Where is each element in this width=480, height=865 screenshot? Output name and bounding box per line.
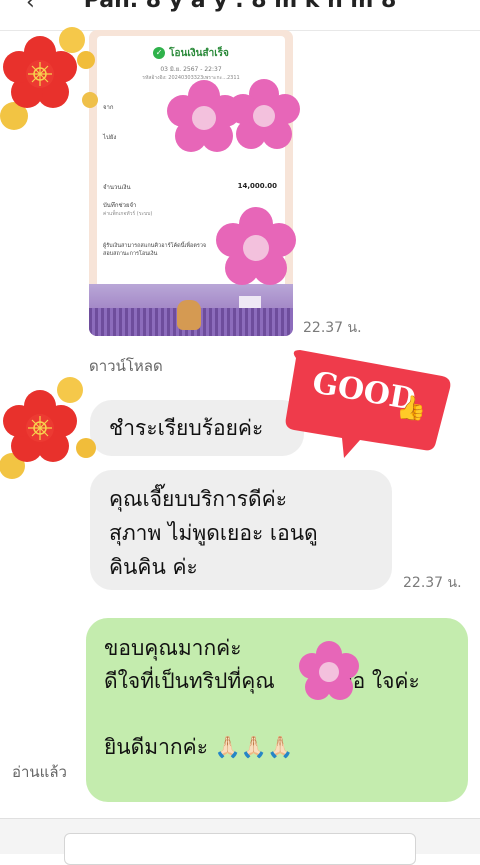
message-time: 22.37 น. [303, 320, 362, 336]
plum-blossom-sticker-icon [0, 27, 98, 130]
message-text-line: ขอบคุณมากค่ะ [104, 636, 242, 660]
message-text-part: ดีใจที่เป็นทริปที่คุณ [104, 669, 275, 693]
incoming-message-bubble[interactable]: คุณเจี๊ยบบริการดีค่ะ สุภาพ ไม่พูดเยอะ เอ… [90, 470, 392, 590]
outgoing-message-bubble[interactable]: ขอบคุณมากค่ะ ดีใจที่เป็นทริปที่คุณ พอ ใจค… [86, 618, 468, 802]
message-input[interactable] [64, 833, 416, 865]
slip-footer-text: ผู้รับเงินสามารถสแกนคิวอาร์โค้ดนี้เพื่อต… [103, 243, 207, 257]
message-text-line: ยินดีมากค่ะ 🙏🏻🙏🏻🙏🏻 [104, 735, 294, 759]
slip-amount-label: จำนวนเงิน [103, 184, 131, 191]
message-input-bar [0, 818, 480, 865]
message-text: ชำระเรียบร้อยค่ะ [109, 416, 264, 440]
flower-icon [167, 79, 300, 152]
slip-status-text: โอนเงินสำเร็จ [169, 48, 229, 59]
read-receipt: อ่านแล้ว [12, 763, 67, 781]
good-sticker: GOOD 👍 [282, 346, 454, 458]
slip-note-text: ค่าแพ็กเกจทัวร์ (ระบบ) [103, 211, 153, 217]
message-text-line: ดีใจที่เป็นทริปที่คุณ พอ ใจค่ะ [104, 665, 468, 698]
message-time: 22.37 น. [403, 575, 462, 591]
plum-blossom-sticker-icon [0, 377, 96, 479]
flower-icon [216, 207, 296, 285]
message-text-line: คุณเจี๊ยบบริการดีค่ะ [109, 487, 288, 511]
message-text-line: สุภาพ ไม่พูดเยอะ เอนดู [109, 521, 318, 545]
thumbs-up-icon: 👍 [396, 394, 426, 422]
house-shape [239, 296, 261, 308]
incoming-message-bubble[interactable]: ชำระเรียบร้อยค่ะ [90, 400, 304, 456]
message-text-line: คินคิน ค่ะ [109, 555, 198, 579]
slip-amount-value: 14,000.00 [237, 182, 277, 190]
check-circle-icon: ✓ [153, 47, 166, 59]
flower-icon [299, 641, 359, 700]
slip-status: ✓ โอนเงินสำเร็จ [97, 46, 285, 61]
slip-note-label: บันทึกช่วยจำ [103, 202, 137, 209]
shiba-dog-shape [177, 300, 201, 330]
chat-title: Pan. 8 y a y . 8 m k n m 8 [83, 0, 397, 13]
